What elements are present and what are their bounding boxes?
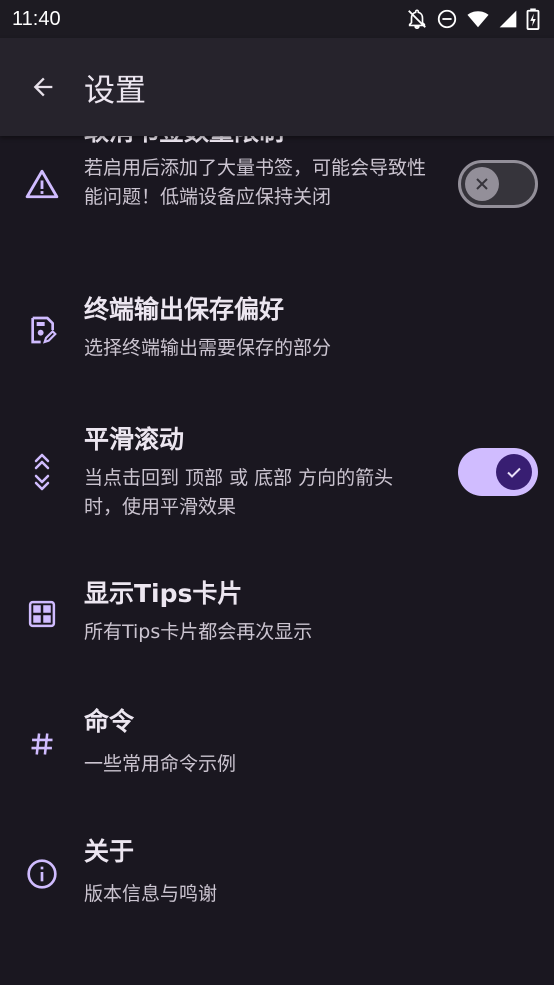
app-bar: 设置	[0, 38, 554, 136]
setting-description: 若启用后添加了大量书签，可能会导致性能问题！低端设备应保持关闭	[84, 157, 427, 208]
setting-description: 版本信息与鸣谢	[84, 883, 218, 905]
setting-row-commands[interactable]: 命令 一些常用命令示例	[0, 676, 554, 806]
close-icon	[476, 178, 488, 190]
switch-knob	[496, 454, 532, 490]
arrow-back-icon	[33, 77, 53, 97]
battery-icon	[526, 8, 540, 30]
info-icon	[22, 854, 62, 894]
setting-title: 关于	[84, 837, 135, 866]
back-button[interactable]	[15, 59, 71, 115]
setting-title: 取消书签数量限制	[84, 136, 284, 148]
double-chevron-icon	[22, 452, 62, 492]
setting-title: 平滑滚动	[84, 425, 185, 454]
setting-description: 当点击回到 顶部 或 底部 方向的箭头时，使用平滑效果	[84, 467, 394, 518]
warning-icon	[22, 164, 62, 204]
notifications-off-icon	[408, 9, 426, 29]
settings-list: 取消书签数量限制 若启用后添加了大量书签，可能会导致性能问题！低端设备应保持关闭…	[0, 136, 554, 985]
check-icon	[507, 467, 521, 478]
grid-icon	[22, 594, 62, 634]
setting-row-terminal-output[interactable]: 终端输出保存偏好 选择终端输出需要保存的部分	[0, 266, 554, 396]
smooth-scroll-switch[interactable]	[458, 448, 538, 496]
setting-title: 命令	[84, 707, 135, 736]
setting-title: 显示Tips卡片	[84, 579, 243, 608]
status-time: 11:40	[12, 7, 61, 30]
setting-row-about[interactable]: 关于 版本信息与鸣谢	[0, 806, 554, 936]
status-icons	[406, 8, 540, 30]
save-edit-icon	[22, 310, 62, 350]
setting-row-show-tips[interactable]: 显示Tips卡片 所有Tips卡片都会再次显示	[0, 546, 554, 676]
hash-icon	[22, 724, 62, 764]
setting-description: 一些常用命令示例	[84, 753, 237, 775]
setting-row-smooth-scroll[interactable]: 平滑滚动 当点击回到 顶部 或 底部 方向的箭头时，使用平滑效果	[0, 396, 554, 546]
status-bar: 11:40	[0, 0, 554, 38]
cell-signal-icon	[499, 10, 517, 28]
setting-description: 所有Tips卡片都会再次显示	[84, 621, 313, 643]
do-not-disturb-icon	[437, 9, 457, 29]
page-title: 设置	[84, 72, 146, 109]
setting-row-bookmark-limit[interactable]: 取消书签数量限制 若启用后添加了大量书签，可能会导致性能问题！低端设备应保持关闭	[0, 136, 554, 246]
setting-title: 终端输出保存偏好	[84, 295, 285, 324]
wifi-icon	[467, 11, 489, 28]
switch-knob	[465, 167, 499, 201]
bookmark-limit-switch[interactable]	[458, 160, 538, 208]
setting-description: 选择终端输出需要保存的部分	[84, 337, 332, 359]
